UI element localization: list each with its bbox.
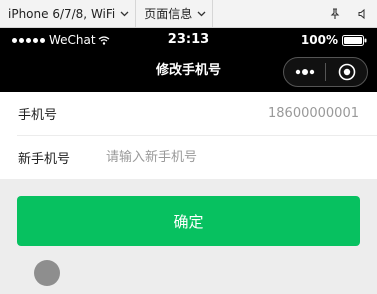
more-icon bbox=[295, 69, 314, 75]
phone-label: 手机号 bbox=[18, 108, 58, 123]
page-info-label: 页面信息 bbox=[144, 7, 193, 21]
page-info-select[interactable]: 页面信息 bbox=[136, 0, 214, 28]
devtools-toolbar: iPhone 6/7/8, WiFi 页面信息 bbox=[0, 0, 377, 28]
new-phone-row: 新手机号 bbox=[0, 136, 377, 179]
device-select-label: iPhone 6/7/8, WiFi bbox=[8, 6, 116, 21]
nav-bar: 修改手机号 bbox=[0, 52, 377, 92]
battery-icon bbox=[342, 34, 367, 46]
close-circle-icon bbox=[338, 63, 355, 81]
touch-cursor bbox=[34, 260, 60, 286]
confirm-button[interactable]: 确定 bbox=[17, 196, 360, 246]
chevron-down-icon bbox=[197, 11, 206, 16]
battery-percent: 100% bbox=[300, 33, 338, 47]
miniprogram-capsule bbox=[283, 57, 368, 87]
phone-status-bar: WeChat 23:13 100% bbox=[0, 28, 377, 52]
phone-value: 18600000001 bbox=[268, 106, 359, 121]
mute-button[interactable] bbox=[349, 0, 377, 28]
new-phone-label: 新手机号 bbox=[18, 152, 71, 167]
new-phone-input[interactable] bbox=[106, 142, 356, 173]
pin-icon bbox=[330, 7, 340, 19]
pin-button[interactable] bbox=[321, 0, 349, 28]
device-select[interactable]: iPhone 6/7/8, WiFi bbox=[0, 0, 137, 28]
more-button[interactable] bbox=[284, 58, 325, 86]
close-button[interactable] bbox=[326, 58, 367, 86]
current-phone-row: 手机号 18600000001 bbox=[0, 92, 377, 135]
phone-form: 手机号 18600000001 新手机号 bbox=[0, 92, 377, 179]
chevron-down-icon bbox=[120, 11, 129, 16]
speaker-icon bbox=[358, 8, 365, 19]
battery-group: 100% bbox=[301, 28, 367, 52]
